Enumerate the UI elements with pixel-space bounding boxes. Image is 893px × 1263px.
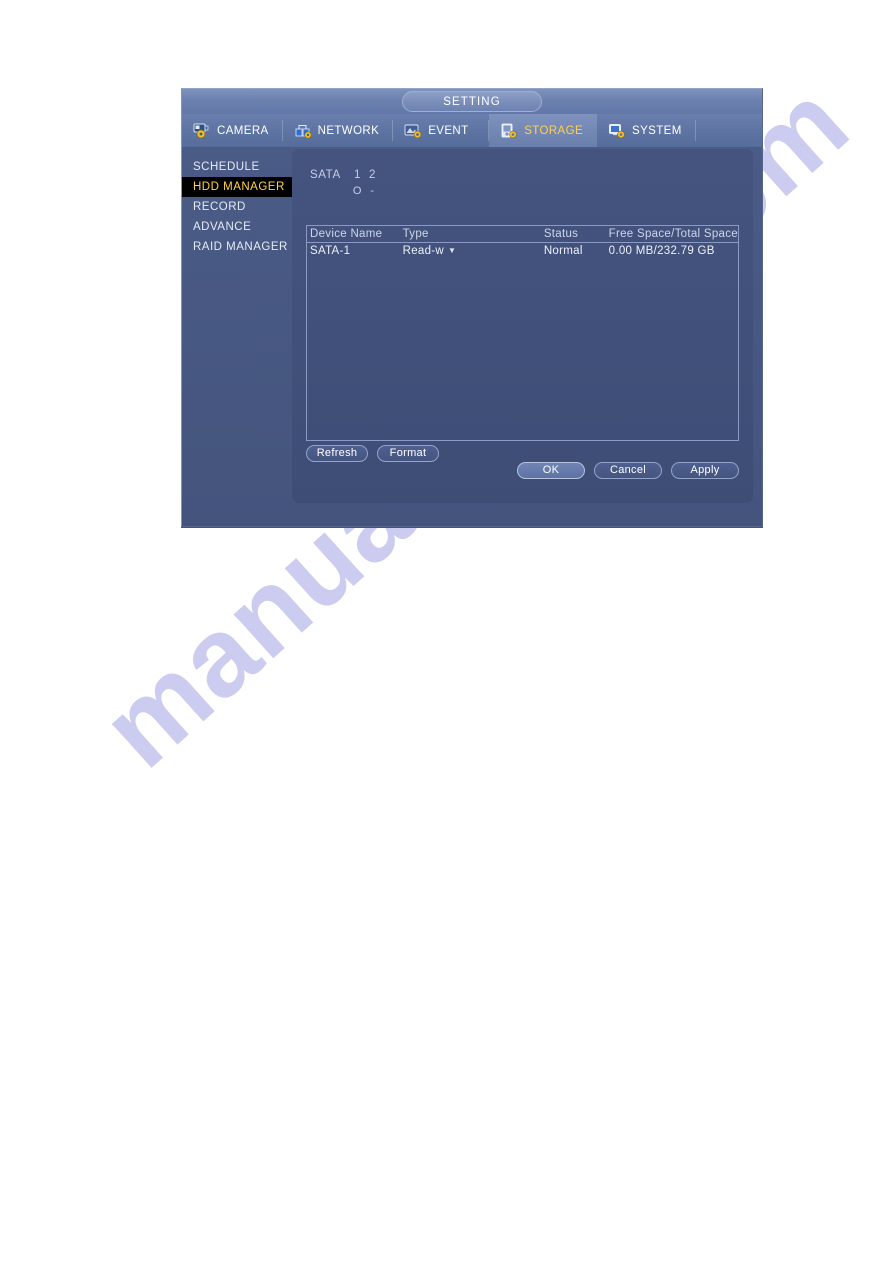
column-header-space: Free Space/Total Space bbox=[605, 226, 738, 243]
sata-slot-2: 2 bbox=[369, 169, 376, 181]
refresh-button[interactable]: Refresh bbox=[306, 445, 368, 462]
sidebar-item-label: ADVANCE bbox=[193, 221, 252, 233]
tab-camera[interactable]: CAMERA bbox=[182, 114, 283, 147]
tabbar-filler bbox=[696, 114, 762, 147]
tab-system-label: SYSTEM bbox=[632, 124, 682, 137]
ok-button[interactable]: OK bbox=[517, 462, 585, 479]
tab-event-label: EVENT bbox=[428, 124, 469, 137]
sata-state-row: O - bbox=[310, 185, 380, 197]
apply-button[interactable]: Apply bbox=[671, 462, 739, 479]
cell-type[interactable]: Read-w ▼ bbox=[400, 243, 541, 261]
column-header-type: Type bbox=[399, 226, 541, 243]
storage-gear-icon bbox=[500, 123, 519, 139]
tab-network-label: NETWORK bbox=[317, 124, 380, 137]
setting-dialog: SETTING CAMERA NETWORK EVENT STORAGE SYS… bbox=[181, 88, 763, 528]
table-action-buttons: Refresh Format bbox=[306, 445, 439, 462]
sata-state-2: - bbox=[370, 185, 375, 197]
sata-slot-1: 1 bbox=[354, 169, 361, 181]
sidebar-item-label: RAID MANAGER bbox=[193, 241, 288, 253]
sidebar-item-record[interactable]: RECORD bbox=[182, 197, 292, 217]
sidebar-item-label: HDD MANAGER bbox=[193, 181, 285, 193]
tab-storage[interactable]: STORAGE bbox=[489, 114, 598, 147]
column-header-status: Status bbox=[540, 226, 606, 243]
hdd-manager-panel: SATA 1 2 O - Device Name Type Status Fre… bbox=[292, 149, 753, 503]
dialog-title: SETTING bbox=[402, 91, 542, 112]
cell-status: Normal bbox=[543, 245, 583, 257]
chevron-down-icon[interactable]: ▼ bbox=[448, 246, 456, 255]
system-gear-icon bbox=[608, 123, 627, 139]
tab-system[interactable]: SYSTEM bbox=[597, 114, 696, 147]
cell-device-name: SATA-1 bbox=[310, 245, 351, 257]
sidebar-item-advance[interactable]: ADVANCE bbox=[182, 217, 292, 237]
sidebar-item-label: RECORD bbox=[193, 201, 246, 213]
cancel-button[interactable]: Cancel bbox=[594, 462, 662, 479]
main-tabbar: CAMERA NETWORK EVENT STORAGE SYSTEM bbox=[181, 114, 763, 147]
dialog-action-buttons: OK Cancel Apply bbox=[517, 462, 739, 479]
dialog-titlebar: SETTING bbox=[181, 88, 763, 114]
network-gear-icon bbox=[294, 123, 313, 139]
sidebar-item-schedule[interactable]: SCHEDULE bbox=[182, 157, 292, 177]
sidebar-item-label: SCHEDULE bbox=[193, 161, 260, 173]
sata-state-1: O bbox=[352, 185, 363, 197]
sata-slot-row: SATA 1 2 bbox=[310, 169, 380, 181]
tab-camera-label: CAMERA bbox=[217, 124, 269, 137]
hdd-table: Device Name Type Status Free Space/Total… bbox=[306, 225, 739, 441]
event-gear-icon bbox=[404, 123, 423, 139]
column-header-device-name: Device Name bbox=[307, 226, 400, 243]
table-row[interactable]: SATA-1 Read-w ▼ Normal 0.00 MB/232.79 GB bbox=[307, 243, 738, 261]
sidebar-item-raid-manager[interactable]: RAID MANAGER bbox=[182, 237, 292, 257]
tab-storage-label: STORAGE bbox=[524, 124, 584, 137]
sidebar-item-hdd-manager[interactable]: HDD MANAGER bbox=[182, 177, 292, 197]
type-value: Read-w bbox=[402, 245, 445, 257]
camera-gear-icon bbox=[193, 123, 212, 139]
format-button[interactable]: Format bbox=[377, 445, 439, 462]
table-header-row: Device Name Type Status Free Space/Total… bbox=[307, 226, 738, 243]
dialog-body: SCHEDULE HDD MANAGER RECORD ADVANCE RAID… bbox=[181, 147, 763, 527]
storage-sidebar: SCHEDULE HDD MANAGER RECORD ADVANCE RAID… bbox=[182, 147, 292, 526]
cell-free-total-space: 0.00 MB/232.79 GB bbox=[608, 245, 715, 257]
sata-indicator: SATA 1 2 O - bbox=[306, 163, 739, 209]
tab-event[interactable]: EVENT bbox=[393, 114, 490, 147]
tab-network[interactable]: NETWORK bbox=[283, 114, 394, 147]
sata-label: SATA bbox=[310, 169, 341, 181]
